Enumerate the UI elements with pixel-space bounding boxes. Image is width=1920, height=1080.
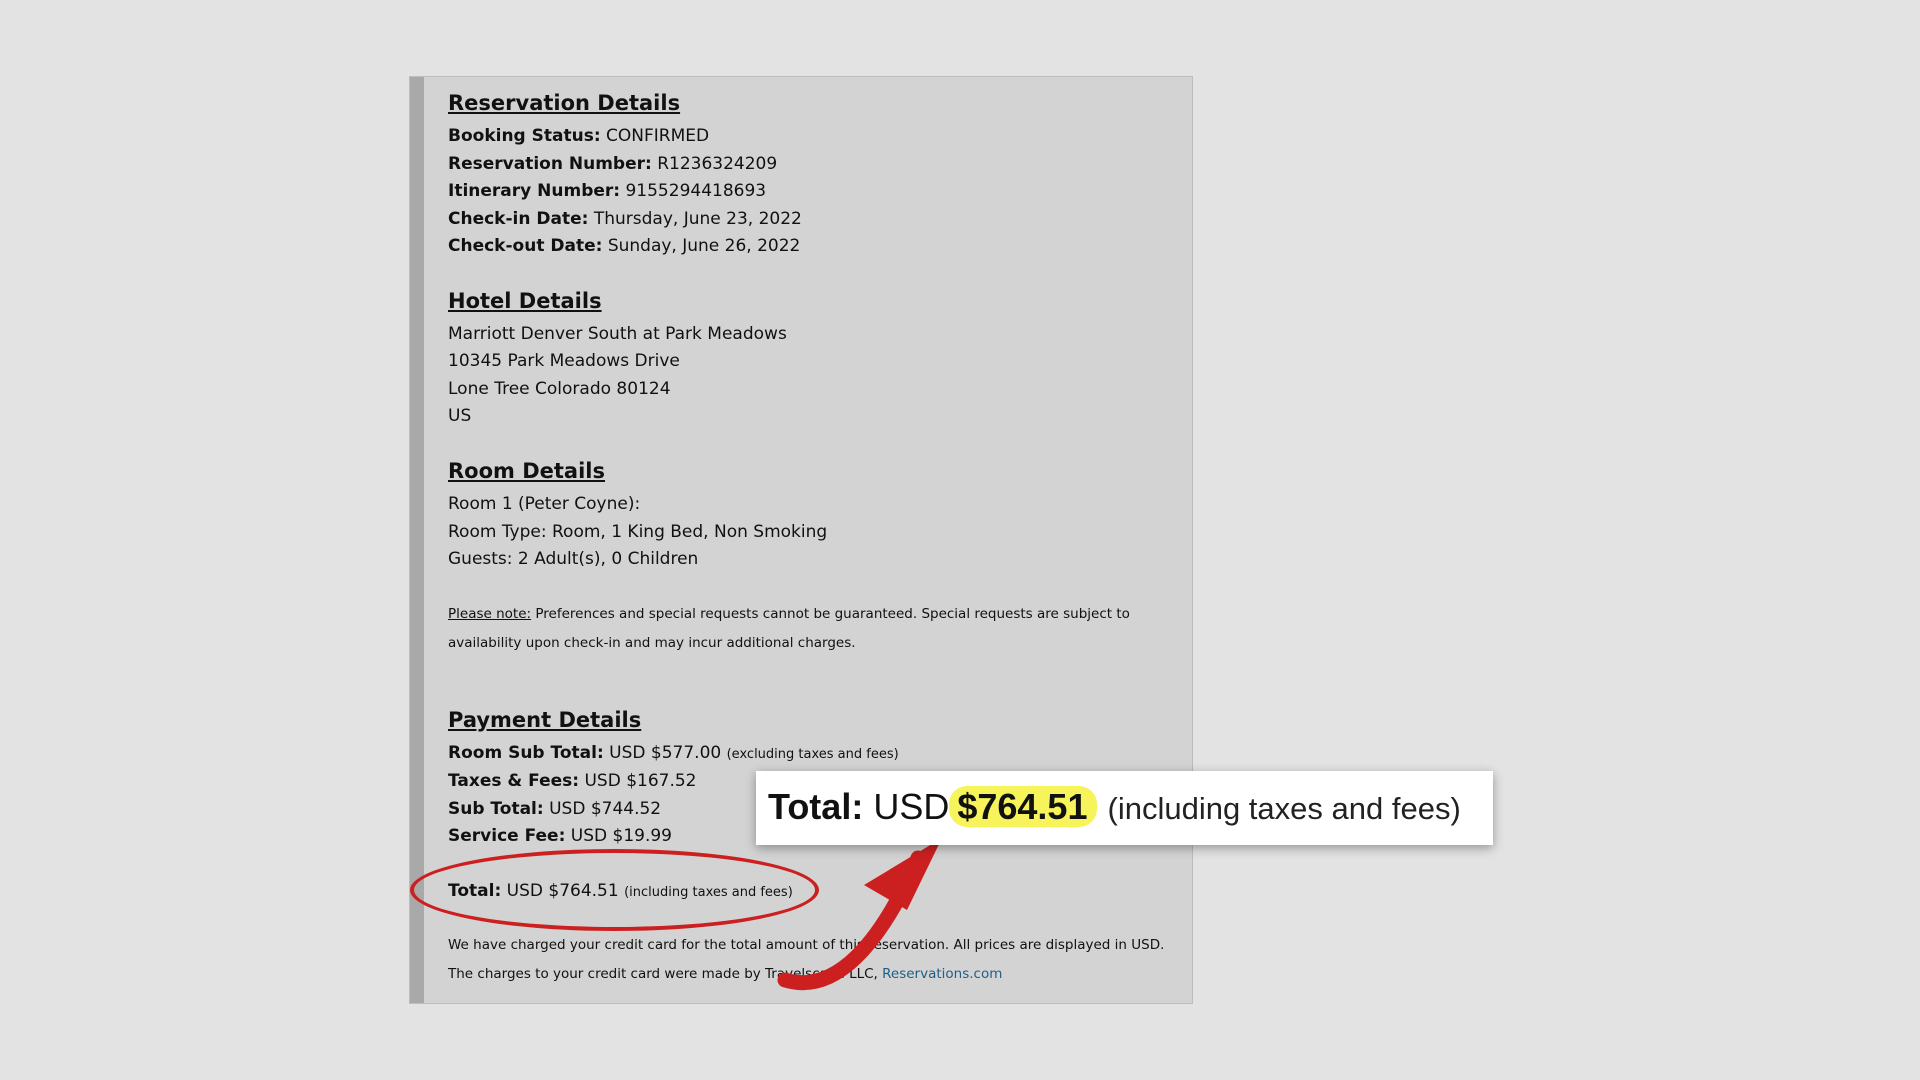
subtotal-value: USD $744.52 [549, 799, 662, 819]
service-fee-line: Service Fee: USD $19.99 [448, 825, 672, 847]
taxes-label: Taxes & Fees: [448, 771, 580, 791]
document-left-bar [410, 77, 424, 1003]
please-note-label: Please note: [448, 606, 532, 622]
reservation-number-line: Reservation Number: R1236324209 [448, 153, 777, 175]
service-fee-label: Service Fee: [448, 826, 566, 846]
callout-total-label: Total: [768, 786, 864, 827]
checkout-label: Check-out Date: [448, 236, 603, 256]
please-note-paragraph: Please note: Preferences and special req… [448, 600, 1188, 658]
itinerary-number-line: Itinerary Number: 9155294418693 [448, 180, 766, 202]
payment-details-title: Payment Details [448, 708, 642, 732]
booking-status-line: Booking Status: CONFIRMED [448, 125, 709, 147]
hotel-country: US [448, 406, 472, 426]
reservation-number-value: R1236324209 [657, 154, 778, 174]
hotel-details-title: Hotel Details [448, 289, 602, 313]
taxes-line: Taxes & Fees: USD $167.52 [448, 770, 697, 792]
zoomed-total-callout: Total: USD $764.51 (including taxes and f… [756, 771, 1493, 845]
room-subtotal-label: Room Sub Total: [448, 743, 604, 763]
subtotal-label: Sub Total: [448, 799, 544, 819]
checkin-line: Check-in Date: Thursday, June 23, 2022 [448, 208, 802, 230]
itinerary-number-value: 9155294418693 [625, 181, 767, 201]
checkin-label: Check-in Date: [448, 209, 589, 229]
subtotal-line: Sub Total: USD $744.52 [448, 798, 661, 820]
callout-note: (including taxes and fees) [1107, 791, 1461, 826]
reservations-link[interactable]: Reservations.com [882, 966, 1002, 982]
room-subtotal-line: Room Sub Total: USD $577.00 (excluding t… [448, 742, 899, 766]
checkout-line: Check-out Date: Sunday, June 26, 2022 [448, 235, 800, 257]
room-line: Room 1 (Peter Coyne): [448, 494, 641, 514]
callout-amount-highlight: $764.51 [949, 786, 1098, 827]
room-details-title: Room Details [448, 459, 605, 483]
taxes-value: USD $167.52 [584, 771, 697, 791]
booking-status-value: CONFIRMED [606, 126, 710, 146]
charge-paragraph: We have charged your credit card for the… [448, 931, 1188, 989]
service-fee-value: USD $19.99 [570, 826, 672, 846]
booking-status-label: Booking Status: [448, 126, 601, 146]
hotel-name: Marriott Denver South at Park Meadows [448, 324, 787, 344]
reservation-details-title: Reservation Details [448, 91, 681, 115]
checkin-value: Thursday, June 23, 2022 [593, 209, 802, 229]
reservation-number-label: Reservation Number: [448, 154, 652, 174]
room-subtotal-note: (excluding taxes and fees) [726, 747, 899, 762]
hotel-street: 10345 Park Meadows Drive [448, 351, 680, 371]
please-note-text: Preferences and special requests cannot … [448, 606, 1130, 651]
guests-line: Guests: 2 Adult(s), 0 Children [448, 549, 699, 569]
charge-text: We have charged your credit card for the… [448, 937, 1165, 982]
checkout-value: Sunday, June 26, 2022 [607, 236, 801, 256]
itinerary-number-label: Itinerary Number: [448, 181, 621, 201]
total-highlight-ellipse [410, 849, 819, 931]
callout-text: Total: USD $764.51 (including taxes and f… [768, 785, 1461, 831]
room-type-line: Room Type: Room, 1 King Bed, Non Smoking [448, 522, 828, 542]
room-subtotal-value: USD $577.00 [609, 743, 722, 763]
callout-currency: USD [873, 786, 950, 827]
hotel-city: Lone Tree Colorado 80124 [448, 379, 671, 399]
